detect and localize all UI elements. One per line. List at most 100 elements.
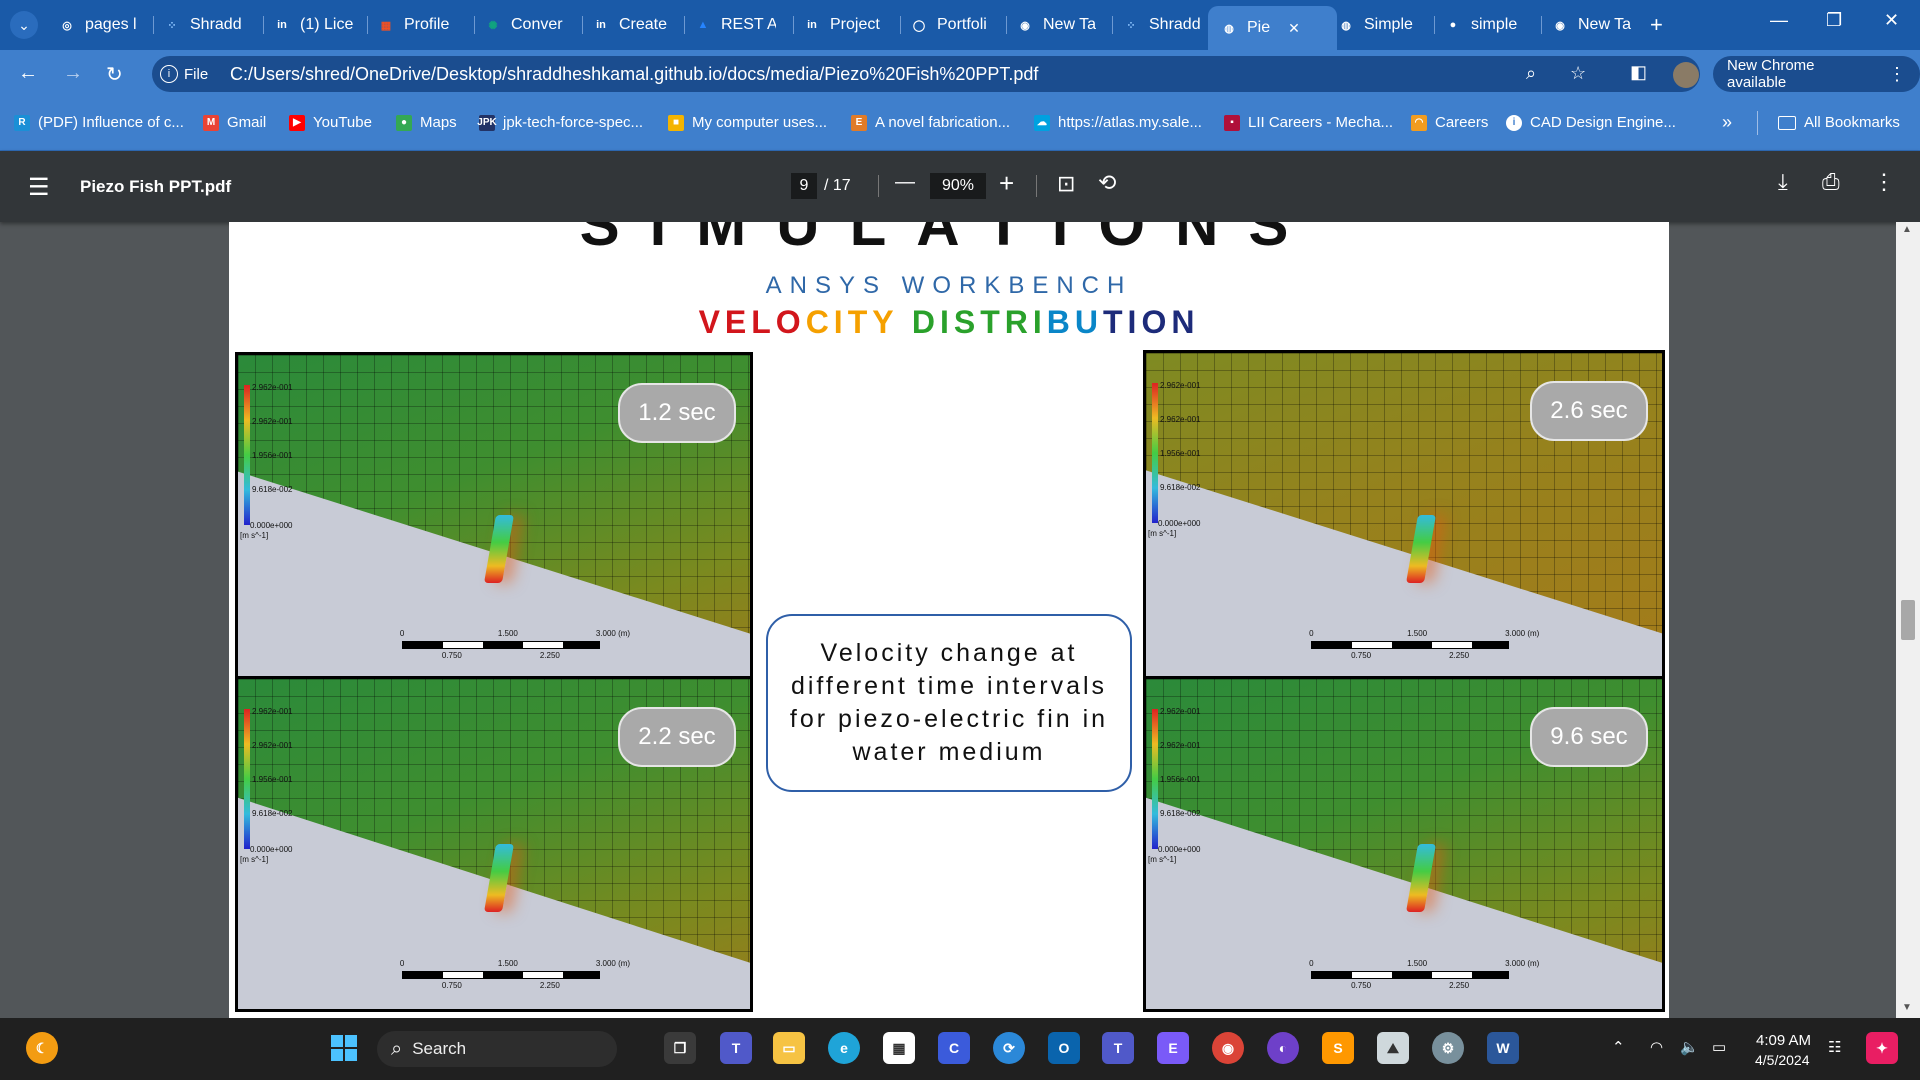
microsoft-store-icon[interactable]: ▦ bbox=[883, 1032, 915, 1064]
sync-app-icon[interactable]: ⟳ bbox=[993, 1032, 1025, 1064]
tab-separator bbox=[793, 16, 794, 34]
legend-value: 9.618e-002 bbox=[1160, 809, 1201, 818]
tab-item[interactable]: ⁘ Shradd bbox=[163, 8, 247, 42]
outlook-icon[interactable]: O bbox=[1048, 1032, 1080, 1064]
bookmark-label: (PDF) Influence of c... bbox=[38, 114, 184, 131]
bookmark-item[interactable]: ● Maps bbox=[396, 114, 457, 131]
download-icon[interactable]: ⤓ bbox=[1778, 169, 1788, 195]
bookmark-star-icon[interactable]: ☆ bbox=[1570, 63, 1586, 84]
settings-gear-icon[interactable]: ⚙ bbox=[1432, 1032, 1464, 1064]
app-icon-eo[interactable]: E bbox=[1157, 1032, 1189, 1064]
teams-chat-icon[interactable]: T bbox=[720, 1032, 752, 1064]
tab-item[interactable]: in (1) Lice bbox=[273, 8, 355, 42]
tab-separator bbox=[153, 16, 154, 34]
search-label: Search bbox=[412, 1039, 467, 1058]
heading-letter: R bbox=[1004, 304, 1033, 340]
zoom-in-button[interactable]: + bbox=[999, 168, 1014, 199]
new-tab-button[interactable]: + bbox=[1650, 12, 1663, 38]
tab-item[interactable]: ⁘ Shradd bbox=[1122, 8, 1202, 42]
scroll-down-arrow[interactable]: ▼ bbox=[1902, 1002, 1912, 1013]
more-options-icon[interactable]: ⋮ bbox=[1873, 169, 1895, 195]
site-info-chip[interactable]: i File bbox=[160, 62, 208, 86]
time-badge: 9.6 sec bbox=[1530, 707, 1648, 767]
tab-item[interactable]: ● simple bbox=[1444, 8, 1524, 42]
bookmark-item[interactable]: ☁ https://atlas.my.sale... bbox=[1034, 114, 1202, 131]
tab-active[interactable]: ◍ Pie ✕ bbox=[1208, 6, 1337, 50]
page-number-input[interactable]: 9 bbox=[791, 173, 817, 199]
bookmark-label: jpk-tech-force-spec... bbox=[503, 114, 644, 131]
tab-item[interactable]: ◉ New Ta bbox=[1551, 8, 1631, 42]
print-icon[interactable]: ⎙ bbox=[1822, 169, 1840, 195]
file-explorer-icon[interactable]: ▭ bbox=[773, 1032, 805, 1064]
tab-item[interactable]: ▲ REST A bbox=[694, 8, 776, 42]
word-icon[interactable]: W bbox=[1487, 1032, 1519, 1064]
wifi-icon[interactable]: ◠ bbox=[1650, 1038, 1663, 1056]
legend-value: 1.956e-001 bbox=[252, 451, 293, 460]
bookmark-item[interactable]: i CAD Design Engine... bbox=[1506, 114, 1676, 131]
tab-item[interactable]: ◉ New Ta bbox=[1016, 8, 1096, 42]
forward-button[interactable]: → bbox=[63, 62, 83, 85]
linkedin-icon: in bbox=[807, 19, 817, 31]
tab-item[interactable]: in Project bbox=[803, 8, 883, 42]
bookmark-item[interactable]: M Gmail bbox=[203, 114, 266, 131]
windows-start-icon[interactable] bbox=[328, 1032, 360, 1064]
tab-label: Create bbox=[619, 16, 668, 33]
edge-icon[interactable]: e bbox=[828, 1032, 860, 1064]
chrome-taskbar-icon[interactable]: ◉ bbox=[1212, 1032, 1244, 1064]
sublime-text-icon[interactable]: S bbox=[1322, 1032, 1354, 1064]
clock-date[interactable]: 4/5/2024 bbox=[1755, 1052, 1810, 1068]
notification-icon[interactable]: ☷ bbox=[1828, 1038, 1841, 1056]
rotate-icon[interactable]: ⟲ bbox=[1098, 170, 1116, 196]
bookmark-item[interactable]: R (PDF) Influence of c... bbox=[14, 114, 184, 131]
tab-item[interactable]: ◎ pages l bbox=[58, 8, 138, 42]
teams-icon[interactable]: T bbox=[1102, 1032, 1134, 1064]
restore-button[interactable]: ❐ bbox=[1826, 10, 1842, 31]
copilot-icon[interactable]: ✦ bbox=[1866, 1032, 1898, 1064]
task-view-icon[interactable]: ❐ bbox=[664, 1032, 696, 1064]
tab-close-icon[interactable]: ✕ bbox=[1288, 20, 1300, 37]
scroll-thumb[interactable] bbox=[1901, 600, 1915, 640]
simulation-image: 2.962e-001 2.962e-001 1.956e-001 9.618e-002… bbox=[235, 352, 753, 682]
bookmark-item[interactable]: ■ My computer uses... bbox=[668, 114, 827, 131]
all-bookmarks-button[interactable]: All Bookmarks bbox=[1778, 114, 1900, 131]
tab-item[interactable]: in Create bbox=[592, 8, 670, 42]
bookmark-item[interactable]: ◠ Careers bbox=[1411, 114, 1488, 131]
bookmark-item[interactable]: ▶ YouTube bbox=[289, 114, 372, 131]
minimize-button[interactable]: — bbox=[1770, 10, 1788, 31]
zoom-magnifier-icon[interactable]: ⌕ bbox=[1526, 63, 1536, 84]
profile-avatar[interactable] bbox=[1673, 62, 1699, 88]
vertical-scrollbar[interactable]: ▲ ▼ bbox=[1896, 222, 1920, 1018]
address-bar[interactable]: i File C:/Users/shred/OneDrive/Desktop/s… bbox=[152, 56, 1700, 92]
weather-widget-icon[interactable]: ☾ bbox=[26, 1032, 58, 1064]
battery-icon[interactable]: ▭ bbox=[1712, 1038, 1726, 1056]
new-chrome-available-button[interactable]: New Chrome available ⋮ bbox=[1713, 56, 1920, 92]
back-button[interactable]: ← bbox=[18, 62, 38, 85]
taskbar-search[interactable]: ⌕ Search bbox=[377, 1031, 617, 1067]
app-icon-c[interactable]: C bbox=[938, 1032, 970, 1064]
side-panel-icon[interactable]: ◧ bbox=[1630, 62, 1647, 83]
close-window-button[interactable]: ✕ bbox=[1884, 10, 1899, 31]
legend-value: 2.962e-001 bbox=[252, 741, 293, 750]
zoom-out-button[interactable]: — bbox=[895, 171, 915, 194]
chevron-up-icon[interactable]: ⌃ bbox=[1612, 1038, 1625, 1056]
zoom-level-input[interactable]: 90% bbox=[930, 173, 986, 199]
scroll-up-arrow[interactable]: ▲ bbox=[1902, 224, 1912, 235]
tab-item[interactable]: ◯ Portfoli bbox=[910, 8, 990, 42]
bookmarks-overflow-button[interactable]: » bbox=[1722, 112, 1732, 133]
tab-item[interactable]: ✺ Conver bbox=[484, 8, 566, 42]
tab-search-button[interactable]: ⌄ bbox=[10, 11, 38, 39]
tab-item[interactable]: ▦ Profile bbox=[377, 8, 457, 42]
bookmark-item[interactable]: E A novel fabrication... bbox=[851, 114, 1010, 131]
github-desktop-icon[interactable]: ◐ bbox=[1267, 1032, 1299, 1064]
legend-value: 1.956e-001 bbox=[1160, 775, 1201, 784]
hamburger-menu-icon[interactable]: ☰ bbox=[28, 173, 50, 202]
image-app-icon[interactable]: ⛰ bbox=[1377, 1032, 1409, 1064]
bookmark-item[interactable]: ▪ LII Careers - Mecha... bbox=[1224, 114, 1393, 131]
url-text[interactable]: C:/Users/shred/OneDrive/Desktop/shraddhe… bbox=[230, 64, 1038, 85]
bookmark-item[interactable]: JPK jpk-tech-force-spec... bbox=[477, 114, 644, 131]
fit-page-icon[interactable]: ⊡ bbox=[1057, 171, 1075, 197]
reload-button[interactable]: ↻ bbox=[106, 62, 123, 87]
tab-item[interactable]: ◍ Simple bbox=[1337, 8, 1417, 42]
volume-icon[interactable]: 🔈 bbox=[1680, 1038, 1699, 1056]
clock-time[interactable]: 4:09 AM bbox=[1756, 1032, 1811, 1049]
